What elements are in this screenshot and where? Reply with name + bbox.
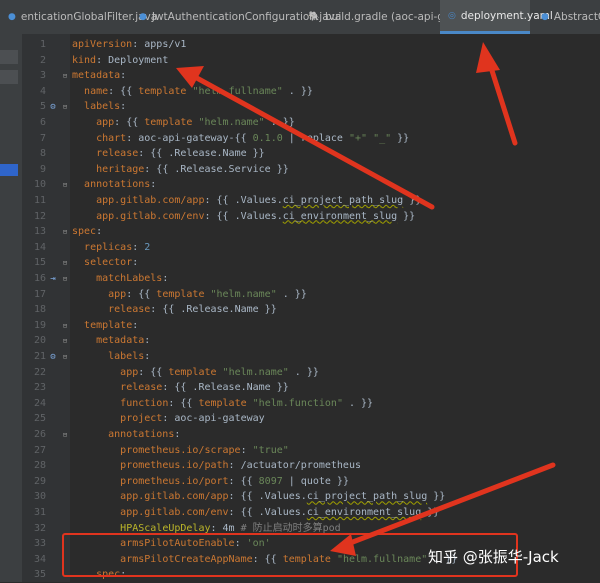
line-number: 28 (33, 460, 46, 472)
line-number: 14 (33, 241, 46, 253)
line-number: 1 (39, 39, 46, 50)
line-number: 9 (39, 163, 46, 175)
line-number: 20 (33, 335, 46, 347)
line-number: 7 (39, 132, 46, 144)
line-number: 11 (33, 195, 46, 206)
line-number: 17 (33, 288, 46, 300)
line-number: 8 (39, 148, 46, 160)
line-number: 5 (39, 101, 46, 113)
line-number: 29 (33, 475, 46, 487)
fold-toggle-icon[interactable]: ⊟ (61, 181, 69, 189)
line-number: 34 (33, 553, 46, 565)
fold-toggle-icon[interactable]: ⊟ (61, 228, 69, 236)
override-marker-icon[interactable]: ⚙ (47, 101, 59, 113)
fold-toggle-icon[interactable]: ⊟ (61, 72, 69, 80)
override-marker-icon[interactable]: ⚙ (47, 351, 59, 363)
zhihu-watermark: 知乎 @张振华-Jack (428, 548, 559, 566)
line-number: 26 (33, 429, 46, 440)
line-number: 31 (33, 507, 46, 518)
fold-toggle-icon[interactable]: ⊟ (61, 322, 69, 330)
line-number: 13 (33, 226, 46, 238)
fold-toggle-icon[interactable]: ⊟ (61, 353, 69, 361)
line-number: 27 (33, 444, 46, 456)
line-number: 35 (33, 569, 46, 581)
line-number: 23 (33, 382, 46, 394)
fold-toggle-icon[interactable]: ⊟ (61, 103, 69, 111)
line-number: 30 (33, 491, 46, 503)
arrow-to-kind (192, 74, 435, 210)
line-number: 21 (33, 351, 46, 362)
line-number: 15 (33, 257, 46, 269)
line-number: 12 (33, 210, 46, 222)
line-number: 2 (39, 54, 46, 66)
line-number: 16 (33, 273, 46, 284)
line-number: 18 (33, 304, 46, 316)
line-number: 22 (33, 366, 46, 378)
arrow-to-box (342, 462, 556, 548)
annotation-arrows (176, 42, 556, 556)
fold-toggle-icon[interactable]: ⊟ (61, 259, 69, 267)
line-number: 19 (33, 319, 46, 331)
line-number: 6 (39, 117, 46, 128)
line-number: 10 (33, 179, 46, 191)
implemented-arrow-icon[interactable]: ⇥ (47, 273, 59, 285)
line-number: 4 (39, 85, 46, 97)
fold-toggle-icon[interactable]: ⊟ (61, 431, 69, 439)
line-number: 3 (39, 70, 46, 82)
line-number: 33 (33, 538, 46, 550)
fold-toggle-icon[interactable]: ⊟ (61, 337, 69, 345)
line-number: 32 (33, 522, 46, 534)
line-number: 24 (33, 397, 46, 409)
line-number: 25 (33, 413, 46, 425)
fold-toggle-icon[interactable]: ⊟ (61, 275, 69, 283)
